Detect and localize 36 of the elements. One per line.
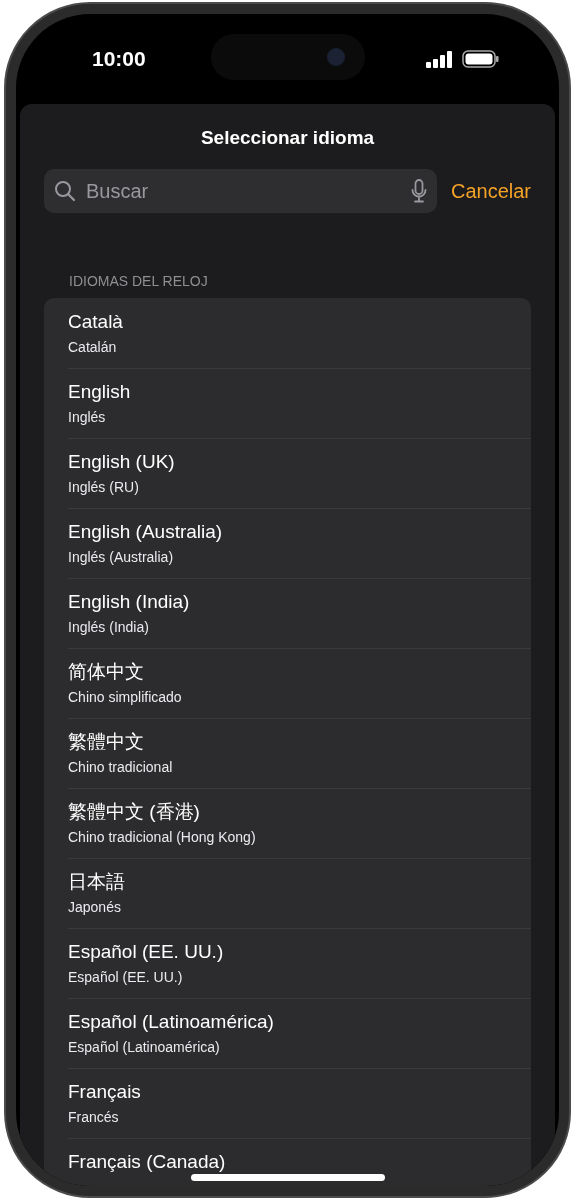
language-translation: Chino simplificado: [68, 688, 182, 707]
language-name[interactable]: 日本語: [68, 870, 125, 894]
signal-icon: [426, 50, 453, 68]
language-name[interactable]: English: [68, 380, 131, 404]
language-translation: Inglés: [68, 408, 106, 427]
language-translation: Español (EE. UU.): [68, 968, 183, 987]
cancel-button[interactable]: Cancelar: [450, 179, 531, 203]
camera-icon: [326, 48, 345, 66]
battery-icon: [462, 50, 499, 68]
search-icon: [54, 180, 76, 202]
language-translation: Español (Latinoamérica): [68, 1038, 220, 1057]
language-name[interactable]: English (India): [68, 590, 190, 614]
language-name[interactable]: Català: [68, 309, 123, 334]
status-time: 10:00: [92, 47, 146, 71]
language-name[interactable]: Français (Canada): [68, 1150, 226, 1174]
language-name[interactable]: English (Australia): [68, 520, 223, 544]
language-translation: Inglés (Australia): [68, 548, 174, 567]
language-name[interactable]: 繁體中文 (香港): [68, 800, 200, 824]
language-translation: Catalán: [68, 337, 117, 357]
language-name[interactable]: Français: [68, 1080, 141, 1104]
microphone-icon[interactable]: [410, 179, 427, 203]
language-name[interactable]: Español (EE. UU.): [68, 940, 224, 964]
language-translation: Japonés: [68, 898, 121, 917]
language-translation: Francés: [68, 1108, 119, 1127]
search-field[interactable]: Buscar: [84, 178, 403, 204]
language-translation: Chino tradicional (Hong Kong): [68, 828, 256, 847]
language-translation: Inglés (RU): [68, 478, 139, 497]
language-name[interactable]: Español (Latinoamérica): [68, 1010, 274, 1034]
language-name[interactable]: English (UK): [68, 450, 175, 474]
language-translation: Chino tradicional: [68, 758, 173, 777]
language-name[interactable]: 简体中文: [68, 660, 144, 684]
language-name[interactable]: 繁體中文: [68, 730, 144, 754]
section-header: IDIOMAS DEL RELOJ: [68, 272, 209, 291]
language-translation: Inglés (India): [68, 618, 149, 637]
search-bar[interactable]: Buscar: [44, 169, 437, 213]
sheet-title: Seleccionar idioma: [199, 126, 376, 150]
